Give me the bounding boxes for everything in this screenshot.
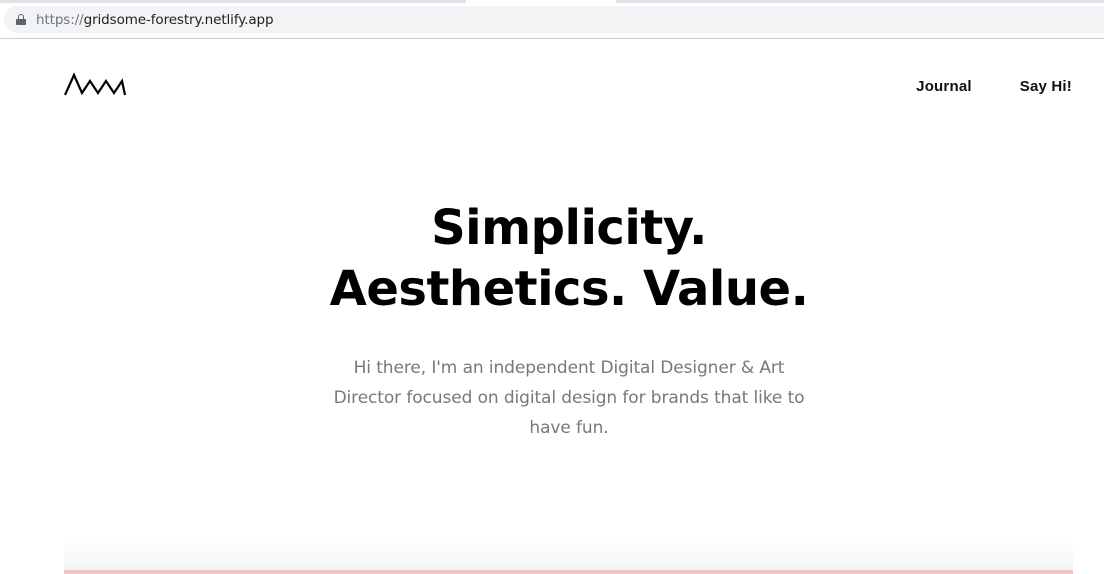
- active-tab-edge[interactable]: [466, 0, 616, 3]
- hero-title-line-2: Aesthetics. Value.: [329, 261, 809, 317]
- main-nav: Journal Say Hi!: [916, 78, 1072, 95]
- site-header: Journal Say Hi!: [0, 39, 1104, 139]
- url-scheme: https://: [36, 11, 84, 28]
- nav-say-hi-link[interactable]: Say Hi!: [1020, 78, 1072, 95]
- address-bar[interactable]: https://gridsome-forestry.netlify.app: [4, 6, 1104, 33]
- hero-subtitle: Hi there, I'm an independent Digital Des…: [333, 358, 805, 438]
- url-text[interactable]: https://gridsome-forestry.netlify.app: [36, 12, 274, 28]
- tab-strip: [0, 0, 1104, 3]
- mountain-wave-logo-icon[interactable]: [63, 71, 127, 99]
- lock-icon[interactable]: [16, 14, 26, 25]
- browser-toolbar: https://gridsome-forestry.netlify.app: [0, 0, 1104, 39]
- hero-title-line-1: Simplicity.: [431, 200, 707, 256]
- nav-journal-link[interactable]: Journal: [916, 78, 972, 95]
- hero-section: Simplicity. Aesthetics. Value. Hi there,…: [0, 198, 1104, 443]
- content-card-shadow: [64, 540, 1073, 570]
- hero-title: Simplicity. Aesthetics. Value.: [34, 198, 1104, 320]
- content-card-top-bar[interactable]: [64, 570, 1073, 574]
- url-host: gridsome-forestry.netlify.app: [83, 11, 274, 28]
